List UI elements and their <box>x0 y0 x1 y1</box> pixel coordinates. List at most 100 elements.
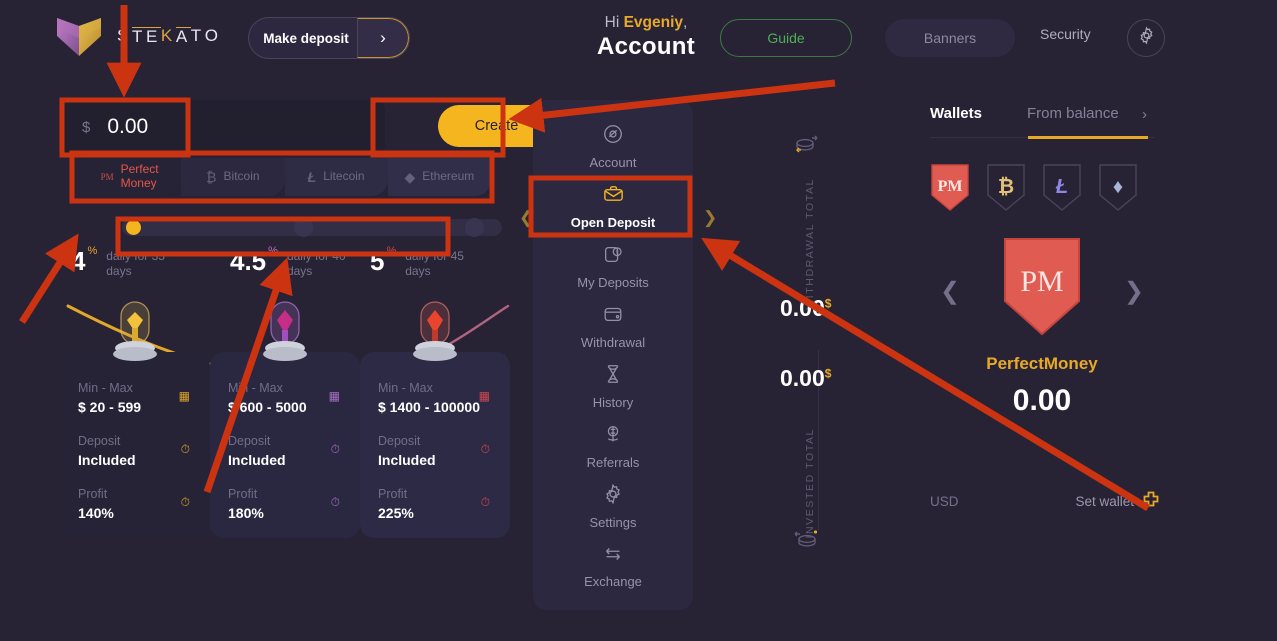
wallet-next-arrow[interactable]: ❯ <box>1124 277 1144 306</box>
nav-label: Settings <box>589 514 637 530</box>
amount-row: $ 0.00 Create <box>60 100 555 154</box>
plan-profit-row: Profit 225% ⏱ <box>378 486 492 523</box>
nav-item-referrals[interactable]: Referrals <box>533 416 693 476</box>
deposit-value: Included <box>378 451 436 468</box>
nav-label: Withdrawal <box>580 334 646 350</box>
account-icon <box>602 123 624 150</box>
selected-wallet-card: ❮ ❯ PM PerfectMoney 0.00 <box>912 235 1172 465</box>
security-button[interactable]: Security <box>1040 26 1091 42</box>
chevron-right-icon: › <box>357 18 409 58</box>
rate-term: daily for 40 days <box>286 249 346 278</box>
settings-button[interactable] <box>1127 19 1165 57</box>
invested-total-label: INVESTED TOTAL <box>804 428 816 539</box>
make-deposit-button[interactable]: Make deposit › <box>248 17 410 59</box>
plan-minmax-row: Min - Max $ 20 - 599 ▦ <box>78 380 192 417</box>
payment-tab-perfectmoney[interactable]: PM Perfect Money <box>78 158 182 196</box>
payment-method-tabs: PM Perfect Money ₿ Bitcoin Ł Litecoin ◆ E… <box>78 158 491 196</box>
money-clock-icon: ⏱ <box>180 495 190 510</box>
totals-column: WITHDRAWAL TOTAL 0.00$ 0.00$ INVESTED TO… <box>760 110 870 570</box>
tab-from-balance[interactable]: From balance <box>1027 105 1119 122</box>
greeting-block: Hi Evgeniy, Account <box>566 14 726 61</box>
slider-stop-2[interactable] <box>294 218 313 237</box>
rate-value: 5 <box>370 246 385 276</box>
plan-deposit-row: Deposit Included ⏱ <box>228 433 342 470</box>
nav-label: Referrals <box>586 454 640 470</box>
wallet-name: PerfectMoney <box>986 354 1098 373</box>
litecoin-icon: Ł <box>307 169 317 185</box>
plan-card-1[interactable]: Min - Max $ 20 - 599 ▦ Deposit Included … <box>60 301 210 538</box>
perfectmoney-icon: PM <box>100 172 114 182</box>
wallet-icon <box>602 303 624 330</box>
amount-input[interactable]: $ 0.00 <box>60 100 385 154</box>
payment-tab-litecoin[interactable]: Ł Litecoin <box>284 158 388 196</box>
wallet-chips: PM ₿ Ł ♦ <box>928 161 1140 213</box>
wallet-prev-arrow[interactable]: ❮ <box>940 277 960 306</box>
nav-label: History <box>592 394 634 410</box>
deposit-value: Included <box>78 451 136 468</box>
wallet-chip-perfectmoney[interactable]: PM <box>928 161 972 213</box>
plan-card-3[interactable]: Min - Max $ 1400 - 100000 ▦ Deposit Incl… <box>360 301 510 538</box>
payment-tab-label: Perfect Money <box>120 162 159 190</box>
wallet-balance: 0.00 <box>1012 384 1072 417</box>
amount-value: 0.00 <box>107 115 149 138</box>
tab-wallets[interactable]: Wallets <box>930 105 982 122</box>
coins-in-icon <box>792 528 822 560</box>
nav-item-exchange[interactable]: Exchange <box>533 536 693 596</box>
perfectmoney-big-icon: PM <box>999 235 1085 340</box>
plan-rate-1: 4 % daily for 35 days <box>71 245 184 279</box>
deposit-creation-panel: $ 0.00 Create PM Perfect Money ₿ Bitcoin … <box>60 100 555 538</box>
gear-icon <box>1137 26 1156 50</box>
plan-profit-row: Profit 140% ⏱ <box>78 486 192 523</box>
nav-next-arrow[interactable]: ❯ <box>703 208 717 228</box>
rate-term: daily for 35 days <box>106 249 165 278</box>
calendar-icon: ▦ <box>178 389 190 403</box>
nav-item-my-deposits[interactable]: My Deposits <box>533 236 693 296</box>
calendar-icon: ▦ <box>328 389 340 403</box>
withdrawal-total-value: 0.00$ <box>780 295 832 321</box>
brand-logo[interactable]: STEKATO <box>55 14 222 58</box>
nav-item-withdrawal[interactable]: Withdrawal <box>533 296 693 356</box>
litecoin-icon: Ł <box>1055 175 1069 198</box>
deposit-bag-icon <box>602 243 624 270</box>
nav-item-settings[interactable]: Settings <box>533 476 693 536</box>
greeting-line: Hi Evgeniy, <box>566 14 726 32</box>
slider-stop-3[interactable] <box>465 218 484 237</box>
wallet-chip-bitcoin[interactable]: ₿ <box>984 161 1028 213</box>
payment-tab-bitcoin[interactable]: ₿ Bitcoin <box>181 158 285 196</box>
nav-item-open-deposit[interactable]: Open Deposit <box>533 176 693 236</box>
minmax-value: $ 20 - 599 <box>78 398 142 415</box>
minmax-label: Min - Max <box>228 381 283 395</box>
nav-item-account[interactable]: Account <box>533 116 693 176</box>
profit-value: 140% <box>78 504 114 521</box>
chevron-right-icon[interactable]: › <box>1142 106 1147 123</box>
nav-item-history[interactable]: History <box>533 356 693 416</box>
minmax-label: Min - Max <box>78 381 133 395</box>
plan-card-2[interactable]: Min - Max $ 600 - 5000 ▦ Deposit Include… <box>210 301 360 538</box>
plan-deposit-row: Deposit Included ⏱ <box>78 433 192 470</box>
rate-unit: % <box>268 245 278 257</box>
wallet-chip-litecoin[interactable]: Ł <box>1040 161 1084 213</box>
slider-knob[interactable] <box>126 220 141 235</box>
wallet-tabs: Wallets From balance › <box>912 105 1172 141</box>
plan-minmax-row: Min - Max $ 1400 - 100000 ▦ <box>378 380 492 417</box>
hourglass-icon <box>602 363 624 390</box>
plan-slider[interactable] <box>122 210 502 244</box>
wallet-chip-ethereum[interactable]: ♦ <box>1096 161 1140 213</box>
rate-unit: % <box>386 245 397 257</box>
rate-unit: % <box>87 245 98 257</box>
guide-button[interactable]: Guide <box>720 19 852 57</box>
set-wallet-button[interactable]: Set wallet <box>1075 490 1160 513</box>
plan-profit-row: Profit 180% ⏱ <box>228 486 342 523</box>
nav-label: Open Deposit <box>570 215 656 230</box>
deposit-label: Deposit <box>378 434 421 449</box>
clock-lock-icon: ⏱ <box>330 442 340 457</box>
banners-button[interactable]: Banners <box>885 19 1015 57</box>
chevron-logo-icon <box>55 14 103 58</box>
greeting-prefix: Hi <box>604 14 624 31</box>
nav-prev-arrow[interactable]: ❮ <box>519 208 533 228</box>
payment-tab-ethereum[interactable]: ◆ Ethereum <box>387 158 491 196</box>
coins-out-icon <box>792 132 822 164</box>
plan-cards-area: Min - Max $ 20 - 599 ▦ Deposit Included … <box>60 298 510 538</box>
create-label: Create <box>474 118 519 134</box>
plan-minmax-row: Min - Max $ 600 - 5000 ▦ <box>228 380 342 417</box>
